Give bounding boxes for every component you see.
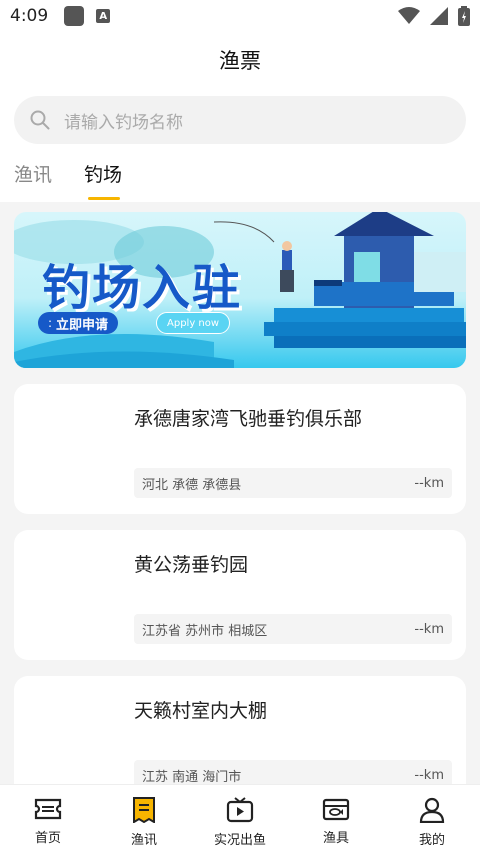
venue-location-bar: 河北 承德 承德县 --km (134, 468, 452, 498)
venue-name: 天籁村室内大棚 (134, 700, 268, 722)
apply-now-tag: Apply now (156, 312, 231, 334)
news-icon (133, 797, 155, 823)
venue-distance: --km (414, 475, 444, 491)
nav-profile[interactable]: 我的 (384, 785, 480, 853)
tackle-box-icon (322, 798, 350, 821)
search-icon (30, 110, 50, 130)
venue-location: 江苏省 苏州市 相城区 (142, 623, 268, 639)
tab-active-indicator (88, 197, 121, 200)
user-icon (419, 797, 445, 823)
signal-icon (430, 7, 448, 25)
tab-venues[interactable]: 钓场 (84, 150, 122, 202)
nav-home[interactable]: 首页 (0, 785, 96, 853)
venue-card[interactable]: 承德唐家湾飞驰垂钓俱乐部 河北 承德 承德县 --km (14, 384, 466, 514)
tv-play-icon (226, 797, 254, 823)
venue-location-bar: 江苏 南通 海门市 --km (134, 760, 452, 784)
apply-button[interactable]: : 立即申请 (38, 312, 119, 334)
nav-profile-label: 我的 (418, 833, 445, 848)
search-placeholder: 请输入钓场名称 (64, 112, 183, 133)
nav-tackle-label: 渔具 (322, 831, 349, 846)
join-banner[interactable]: 钓场入驻 : 立即申请 Apply now (14, 212, 466, 368)
venue-distance: --km (414, 767, 444, 783)
banner-title: 钓场入驻 (42, 260, 243, 316)
ticket-icon (34, 798, 62, 820)
apply-button-label: 立即申请 (56, 317, 109, 333)
tab-bar: 渔讯 钓场 (0, 150, 480, 202)
page-title: 渔票 (219, 49, 261, 73)
nav-news-label: 渔讯 (130, 833, 157, 848)
venue-card[interactable]: 黄公荡垂钓园 江苏省 苏州市 相城区 --km (14, 530, 466, 660)
venue-location-bar: 江苏省 苏州市 相城区 --km (134, 614, 452, 644)
tab-venues-label: 钓场 (84, 164, 123, 186)
notification-icon (64, 6, 85, 26)
status-bar: 4:09 A (0, 0, 480, 32)
nav-news[interactable]: 渔讯 (96, 785, 192, 853)
nav-home-label: 首页 (34, 831, 61, 846)
venue-distance: --km (414, 621, 444, 637)
tab-news-label: 渔讯 (14, 164, 53, 186)
search-input[interactable]: 请输入钓场名称 (14, 96, 466, 144)
nav-live[interactable]: 实况出鱼 (192, 785, 288, 853)
venue-list-container[interactable]: 钓场入驻 : 立即申请 Apply now 承德唐家湾飞驰垂钓俱乐部 河北 承德… (0, 202, 480, 784)
venue-name: 承德唐家湾飞驰垂钓俱乐部 (134, 408, 363, 430)
notification-app-icon: A (96, 9, 111, 23)
app-header: 渔票 (0, 32, 480, 88)
status-time: 4:09 (10, 6, 49, 26)
wifi-icon (398, 7, 420, 24)
colon-icon: : (48, 316, 53, 330)
venue-name: 黄公荡垂钓园 (134, 554, 249, 576)
venue-location: 江苏 南通 海门市 (142, 769, 242, 785)
tab-news[interactable]: 渔讯 (14, 150, 52, 202)
search-container: 请输入钓场名称 (0, 88, 480, 150)
bottom-nav: 首页 渔讯 实况出鱼 渔具 我的 (0, 784, 480, 853)
nav-tackle[interactable]: 渔具 (288, 785, 384, 853)
nav-live-label: 实况出鱼 (213, 833, 266, 848)
venue-location: 河北 承德 承德县 (142, 477, 242, 493)
battery-icon (458, 6, 470, 26)
venue-card[interactable]: 天籁村室内大棚 江苏 南通 海门市 --km (14, 676, 466, 784)
